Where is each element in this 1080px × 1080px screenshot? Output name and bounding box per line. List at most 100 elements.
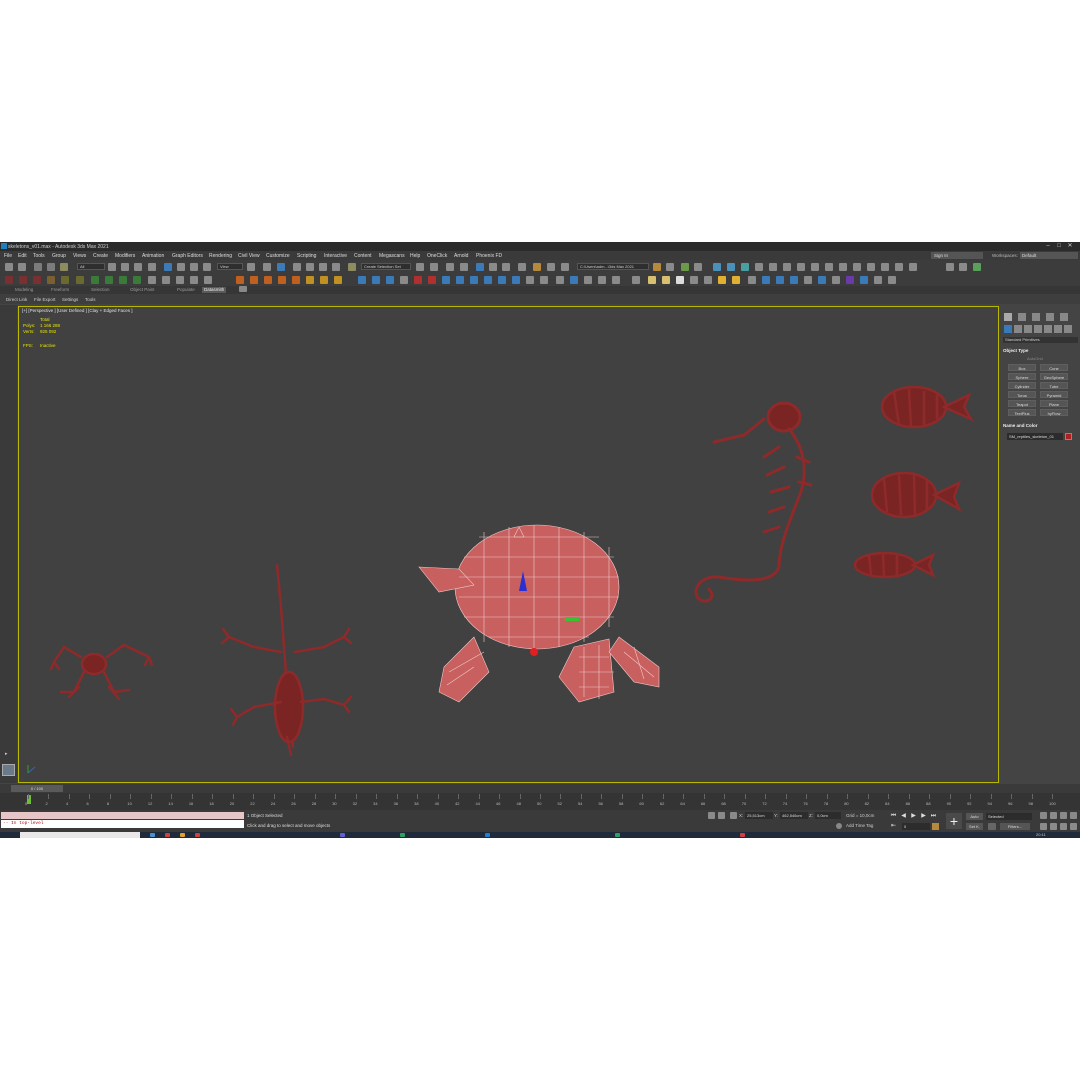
tool-icon-60[interactable] bbox=[874, 276, 882, 284]
tab-freeform[interactable]: Freeform bbox=[49, 287, 71, 293]
key-filter-dropdown[interactable]: Selected bbox=[986, 813, 1032, 820]
object-name-field[interactable]: SM_reptiles_skeleton_01 bbox=[1007, 433, 1063, 440]
menu-file[interactable]: File bbox=[4, 253, 12, 259]
plugin-toolbar-icon-14[interactable] bbox=[867, 263, 875, 271]
menu-create[interactable]: Create bbox=[93, 253, 108, 259]
tool-icon-41[interactable] bbox=[598, 276, 606, 284]
menu-scripting[interactable]: Scripting bbox=[297, 253, 316, 259]
key-mode-toggle-icon[interactable]: ⇤ bbox=[890, 823, 897, 830]
taskbar-app-icon-3[interactable] bbox=[180, 833, 185, 837]
tool-icon-8[interactable] bbox=[105, 276, 113, 284]
tools-button[interactable]: Tools bbox=[85, 297, 96, 302]
plugin-toolbar-icon-17[interactable] bbox=[909, 263, 917, 271]
menu-views[interactable]: Views bbox=[73, 253, 86, 259]
tool-icon-25[interactable] bbox=[372, 276, 380, 284]
scene-explorer-icon[interactable] bbox=[446, 263, 454, 271]
percent-snap-icon[interactable] bbox=[319, 263, 327, 271]
track-bar[interactable]: 0 2 4 6 8 10 12 14 16 18 20 22 24 26 28 30 32 34 36 38 40 42 4… bbox=[0, 793, 1080, 810]
tool-icon-59[interactable] bbox=[860, 276, 868, 284]
menu-arnold[interactable]: Arnold bbox=[454, 253, 468, 259]
selection-filter-dropdown[interactable]: All bbox=[77, 263, 105, 270]
seahorse-skeleton[interactable] bbox=[694, 401, 813, 603]
direct-link-button[interactable]: Direct Link bbox=[6, 297, 27, 302]
time-slider[interactable]: 0 / 100 bbox=[0, 784, 1080, 793]
play-animation-icon[interactable]: ▶ bbox=[910, 813, 917, 820]
tab-object-paint[interactable]: Object Paint bbox=[128, 287, 157, 293]
menu-tools[interactable]: Tools bbox=[33, 253, 45, 259]
maximize-viewport-icon[interactable] bbox=[1070, 823, 1077, 830]
edit-named-selection-icon[interactable] bbox=[348, 263, 356, 271]
zoom-all-icon[interactable] bbox=[1050, 812, 1057, 819]
plugin-toolbar-icon-10[interactable] bbox=[811, 263, 819, 271]
bind-space-warp-icon[interactable] bbox=[60, 263, 68, 271]
tool-icon-47[interactable] bbox=[690, 276, 698, 284]
lizard-skeleton[interactable] bbox=[220, 563, 353, 757]
schematic-view-icon[interactable] bbox=[502, 263, 510, 271]
shapes-icon[interactable] bbox=[1014, 325, 1022, 333]
tool-icon-46[interactable] bbox=[676, 276, 684, 284]
plugin-toolbar-icon-7[interactable] bbox=[769, 263, 777, 271]
tab-datasmith[interactable]: Datasmith bbox=[202, 287, 227, 293]
absolute-mode-icon[interactable] bbox=[730, 812, 737, 819]
pan-view-icon[interactable] bbox=[1050, 823, 1057, 830]
tool-icon-1[interactable] bbox=[5, 276, 13, 284]
tool-icon-7[interactable] bbox=[91, 276, 99, 284]
fish-skeleton-middle[interactable] bbox=[870, 471, 962, 519]
time-configuration-icon[interactable] bbox=[932, 823, 939, 830]
plugin-toolbar-icon-6[interactable] bbox=[755, 263, 763, 271]
tool-icon-52[interactable] bbox=[762, 276, 770, 284]
tool-icon-30[interactable] bbox=[442, 276, 450, 284]
maximize-button[interactable]: □ bbox=[1055, 243, 1063, 250]
plugin-toolbar-icon-15[interactable] bbox=[881, 263, 889, 271]
set-key-button[interactable]: Set K. bbox=[966, 823, 983, 830]
snaps-toggle-icon[interactable] bbox=[293, 263, 301, 271]
menu-graph-editors[interactable]: Graph Editors bbox=[172, 253, 203, 259]
cone-button[interactable]: Cone bbox=[1040, 364, 1068, 371]
systems-icon[interactable] bbox=[1064, 325, 1072, 333]
plugin-toolbar-icon-2[interactable] bbox=[694, 263, 702, 271]
object-color-swatch[interactable] bbox=[1065, 433, 1072, 440]
plugin-toolbar-icon-8[interactable] bbox=[783, 263, 791, 271]
torus-button[interactable]: Torus bbox=[1008, 391, 1036, 398]
render-setup-icon[interactable] bbox=[533, 263, 541, 271]
material-editor-icon[interactable] bbox=[518, 263, 526, 271]
tool-icon-15[interactable] bbox=[204, 276, 212, 284]
menu-help[interactable]: Help bbox=[410, 253, 420, 259]
tool-icon-22[interactable] bbox=[320, 276, 328, 284]
menu-modifiers[interactable]: Modifiers bbox=[115, 253, 135, 259]
selection-lock-icon[interactable] bbox=[718, 812, 725, 819]
menu-interactive[interactable]: Interactive bbox=[324, 253, 347, 259]
space-warps-icon[interactable] bbox=[1054, 325, 1062, 333]
box-button[interactable]: Box bbox=[1008, 364, 1036, 371]
named-selection-set-dropdown[interactable]: Create Selection Set bbox=[361, 263, 411, 270]
settings-button[interactable]: Settings bbox=[62, 297, 78, 302]
fish-skeleton-top[interactable] bbox=[880, 385, 975, 429]
menu-customize[interactable]: Customize bbox=[266, 253, 290, 259]
tool-icon-48[interactable] bbox=[704, 276, 712, 284]
select-scale-icon[interactable] bbox=[190, 263, 198, 271]
plugin-toolbar-icon-12[interactable] bbox=[839, 263, 847, 271]
plugin-toolbar-icon-20[interactable] bbox=[973, 263, 981, 271]
tool-icon-33[interactable] bbox=[484, 276, 492, 284]
tool-icon-39[interactable] bbox=[570, 276, 578, 284]
curve-editor-icon[interactable] bbox=[489, 263, 497, 271]
plugin-toolbar-icon-19[interactable] bbox=[959, 263, 967, 271]
pivot-center-icon[interactable] bbox=[247, 263, 255, 271]
menu-content[interactable]: Content bbox=[354, 253, 372, 259]
close-button[interactable]: ✕ bbox=[1066, 243, 1074, 250]
zoom-extents-all-icon[interactable] bbox=[1070, 812, 1077, 819]
tool-icon-19[interactable] bbox=[278, 276, 286, 284]
helpers-icon[interactable] bbox=[1044, 325, 1052, 333]
plugin-toolbar-icon-13[interactable] bbox=[853, 263, 861, 271]
tool-icon-17[interactable] bbox=[250, 276, 258, 284]
tool-icon-3[interactable] bbox=[33, 276, 41, 284]
mirror-icon[interactable] bbox=[416, 263, 424, 271]
zoom-icon[interactable] bbox=[1040, 812, 1047, 819]
turtle-skeleton[interactable] bbox=[418, 524, 660, 703]
tool-icon-35[interactable] bbox=[512, 276, 520, 284]
taskbar-app-icon-6[interactable] bbox=[400, 833, 405, 837]
angle-snap-icon[interactable] bbox=[306, 263, 314, 271]
play-icon[interactable] bbox=[148, 276, 156, 284]
tool-icon-26[interactable] bbox=[386, 276, 394, 284]
taskbar-app-icon-9[interactable] bbox=[740, 833, 745, 837]
